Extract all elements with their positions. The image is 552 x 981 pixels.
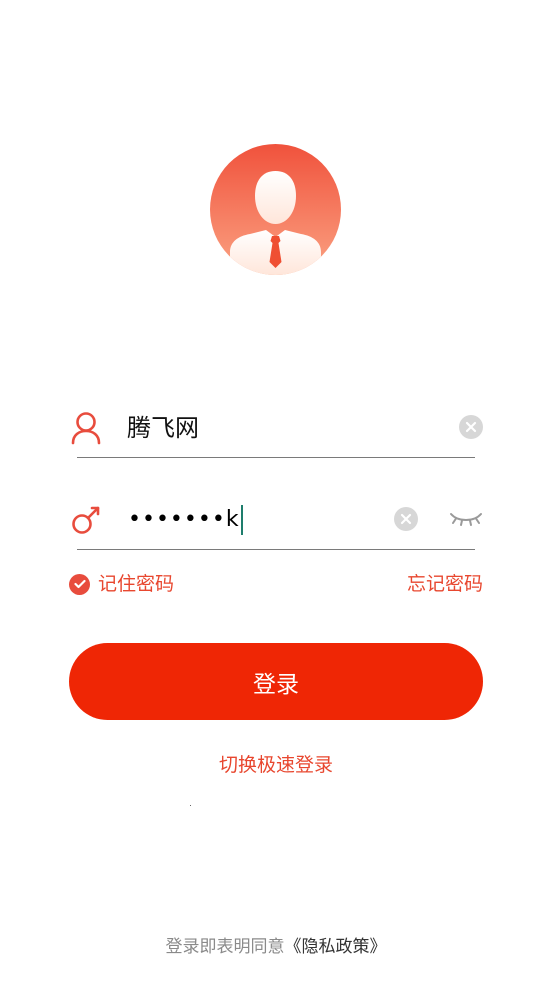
remember-password-checkbox[interactable]: 记住密码 xyxy=(69,572,174,596)
key-icon xyxy=(71,503,101,537)
password-input[interactable]: •••••••k xyxy=(128,504,243,536)
clear-username-button[interactable] xyxy=(459,415,483,439)
clear-password-button[interactable] xyxy=(394,507,418,531)
forgot-password-link[interactable]: 忘记密码 xyxy=(407,572,483,596)
forgot-password-label: 忘记密码 xyxy=(406,573,483,595)
password-underline xyxy=(77,549,475,550)
privacy-policy-link[interactable]: 《隐私政策》 xyxy=(285,937,387,957)
avatar xyxy=(210,144,341,275)
login-button[interactable]: 登录 xyxy=(69,643,483,720)
remember-password-label: 记住密码 xyxy=(98,573,175,595)
check-icon xyxy=(69,573,90,595)
privacy-footer: 登录即表明同意《隐私政策》 xyxy=(0,935,552,959)
eye-closed-icon[interactable] xyxy=(448,508,484,530)
close-icon xyxy=(465,421,477,433)
switch-fast-login-link[interactable]: 切换极速登录 xyxy=(0,752,552,778)
user-icon xyxy=(71,411,101,445)
username-underline xyxy=(77,457,475,458)
password-value: •••••••k xyxy=(128,507,240,532)
privacy-notice-text: 登录即表明同意 xyxy=(165,937,285,957)
close-icon xyxy=(400,513,412,525)
username-input[interactable]: 腾飞网 xyxy=(127,412,199,444)
text-cursor xyxy=(240,505,243,535)
divider-dot xyxy=(190,805,191,806)
